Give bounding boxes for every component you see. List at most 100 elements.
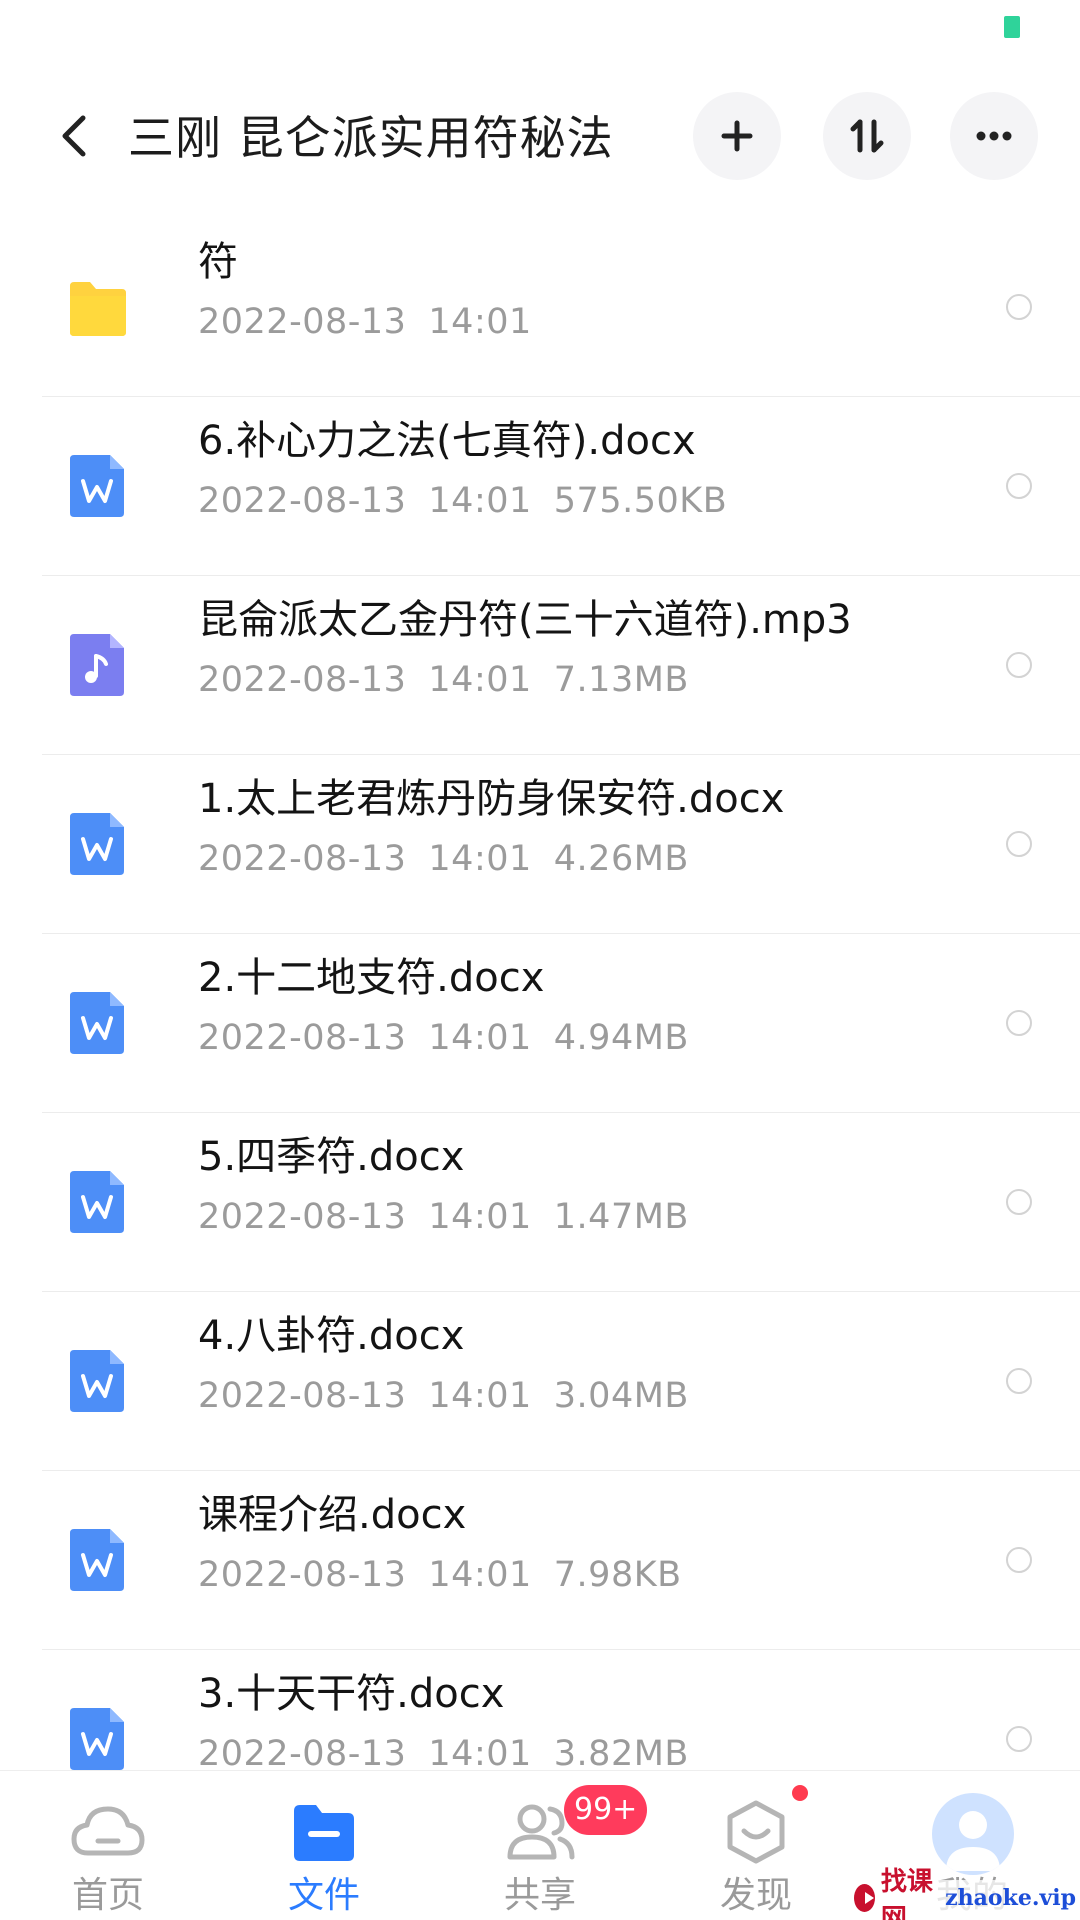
- word-doc-icon: [70, 813, 124, 875]
- file-row-3[interactable]: 1.太上老君炼丹防身保安符.docx 2022-08-13 14:01 4.26MB: [0, 755, 1080, 934]
- file-size: 4.94MB: [553, 1018, 689, 1058]
- file-name: 6.补心力之法(七真符).docx: [198, 418, 696, 464]
- nav-item-files[interactable]: 文件: [216, 1771, 432, 1920]
- file-name: 5.四季符.docx: [198, 1134, 465, 1180]
- word-doc-icon: [70, 992, 124, 1054]
- word-doc-icon: [70, 1529, 124, 1591]
- file-date: 2022-08-13: [198, 839, 407, 879]
- file-name: 1.太上老君炼丹防身保安符.docx: [198, 776, 785, 822]
- select-radio[interactable]: [1006, 473, 1032, 499]
- file-date: 2022-08-13: [198, 1197, 407, 1237]
- file-meta: 2022-08-13 14:01 4.94MB: [198, 1010, 689, 1066]
- header: 三刚 昆仑派实用符秘法: [0, 88, 1080, 184]
- file-size: 1.47MB: [553, 1197, 689, 1237]
- sort-icon: [850, 119, 884, 153]
- select-radio[interactable]: [1006, 1010, 1032, 1036]
- folder-icon: [294, 1805, 354, 1861]
- file-meta: 2022-08-13 14:01 4.26MB: [198, 831, 689, 887]
- file-time: 14:01: [428, 1376, 532, 1416]
- nav-item-home[interactable]: 首页: [0, 1771, 216, 1920]
- status-indicator: [1004, 16, 1020, 38]
- sort-button[interactable]: [823, 92, 911, 180]
- word-doc-icon: [70, 1171, 124, 1233]
- file-name: 3.十天干符.docx: [198, 1671, 505, 1717]
- select-radio[interactable]: [1006, 294, 1032, 320]
- back-button[interactable]: [44, 106, 104, 166]
- file-date: 2022-08-13: [198, 1734, 407, 1770]
- page-title: 三刚 昆仑派实用符秘法: [128, 111, 614, 165]
- file-time: 14:01: [428, 1555, 532, 1595]
- file-size: 7.13MB: [553, 660, 689, 700]
- select-radio[interactable]: [1006, 1189, 1032, 1215]
- nav-label: 文件: [287, 1875, 360, 1916]
- nav-label: 发现: [719, 1875, 792, 1916]
- file-row-7[interactable]: 课程介绍.docx 2022-08-13 14:01 7.98KB: [0, 1471, 1080, 1650]
- watermark-domain: zhaoke.vip: [945, 1885, 1076, 1911]
- file-row-4[interactable]: 2.十二地支符.docx 2022-08-13 14:01 4.94MB: [0, 934, 1080, 1113]
- file-row-5[interactable]: 5.四季符.docx 2022-08-13 14:01 1.47MB: [0, 1113, 1080, 1292]
- more-icon: [976, 131, 1012, 141]
- avatar-icon: [946, 1811, 1000, 1871]
- file-name: 4.八卦符.docx: [198, 1313, 465, 1359]
- file-time: 14:01: [428, 1734, 532, 1770]
- file-row-0[interactable]: 符 2022-08-13 14:01: [0, 218, 1080, 397]
- file-size: 575.50KB: [553, 481, 728, 521]
- file-size: 3.82MB: [553, 1734, 689, 1770]
- file-meta: 2022-08-13 14:01: [198, 294, 532, 350]
- file-date: 2022-08-13: [198, 1376, 407, 1416]
- word-doc-icon: [70, 455, 124, 517]
- file-size: 3.04MB: [553, 1376, 689, 1416]
- select-radio[interactable]: [1006, 1726, 1032, 1752]
- file-date: 2022-08-13: [198, 1018, 407, 1058]
- file-time: 14:01: [428, 302, 532, 342]
- file-row-6[interactable]: 4.八卦符.docx 2022-08-13 14:01 3.04MB: [0, 1292, 1080, 1471]
- add-button[interactable]: [693, 92, 781, 180]
- file-name: 2.十二地支符.docx: [198, 955, 545, 1001]
- watermark: 找课网 zhaoke.vip: [850, 1867, 1080, 1920]
- music-file-icon: [70, 634, 124, 696]
- file-row-8[interactable]: 3.十天干符.docx 2022-08-13 14:01 3.82MB: [0, 1650, 1080, 1770]
- file-time: 14:01: [428, 660, 532, 700]
- more-button[interactable]: [950, 92, 1038, 180]
- file-size: 4.26MB: [553, 839, 689, 879]
- file-row-1[interactable]: 6.补心力之法(七真符).docx 2022-08-13 14:01 575.50K…: [0, 397, 1080, 576]
- file-time: 14:01: [428, 839, 532, 879]
- chevron-left-icon: [62, 115, 86, 157]
- file-time: 14:01: [428, 1018, 532, 1058]
- file-size: 7.98KB: [553, 1555, 682, 1595]
- share-badge: 99+: [564, 1785, 648, 1835]
- notification-dot: [792, 1785, 808, 1801]
- file-meta: 2022-08-13 14:01 3.04MB: [198, 1368, 689, 1424]
- select-radio[interactable]: [1006, 652, 1032, 678]
- app-screen: 三刚 昆仑派实用符秘法 符 2022-08-13 14:01 6.补心力之法(七…: [0, 0, 1080, 1920]
- file-meta: 2022-08-13 14:01 575.50KB: [198, 473, 727, 529]
- file-meta: 2022-08-13 14:01 3.82MB: [198, 1726, 689, 1770]
- file-name: 昆侖派太乙金丹符(三十六道符).mp3: [198, 597, 852, 643]
- select-radio[interactable]: [1006, 831, 1032, 857]
- file-name: 符: [198, 239, 238, 285]
- play-icon: [854, 1884, 875, 1912]
- file-row-2[interactable]: 昆侖派太乙金丹符(三十六道符).mp3 2022-08-13 14:01 7.13M…: [0, 576, 1080, 755]
- watermark-text: 找课网: [880, 1867, 933, 1920]
- word-doc-icon: [70, 1350, 124, 1412]
- file-date: 2022-08-13: [198, 302, 407, 342]
- file-date: 2022-08-13: [198, 660, 407, 700]
- file-time: 14:01: [428, 481, 532, 521]
- select-radio[interactable]: [1006, 1547, 1032, 1573]
- plus-icon: [721, 120, 753, 152]
- file-date: 2022-08-13: [198, 1555, 407, 1595]
- select-radio[interactable]: [1006, 1368, 1032, 1394]
- folder-icon: [70, 282, 126, 336]
- discover-icon: [727, 1800, 785, 1864]
- nav-item-discover[interactable]: 发现: [648, 1771, 864, 1920]
- file-list: 符 2022-08-13 14:01 6.补心力之法(七真符).docx 2022…: [0, 218, 1080, 1770]
- avatar[interactable]: [932, 1793, 1014, 1875]
- file-meta: 2022-08-13 14:01 1.47MB: [198, 1189, 689, 1245]
- file-meta: 2022-08-13 14:01 7.13MB: [198, 652, 689, 708]
- file-date: 2022-08-13: [198, 481, 407, 521]
- word-doc-icon: [70, 1708, 124, 1770]
- nav-label: 共享: [503, 1875, 576, 1916]
- cloud-icon: [71, 1806, 145, 1856]
- file-meta: 2022-08-13 14:01 7.98KB: [198, 1547, 682, 1603]
- file-time: 14:01: [428, 1197, 532, 1237]
